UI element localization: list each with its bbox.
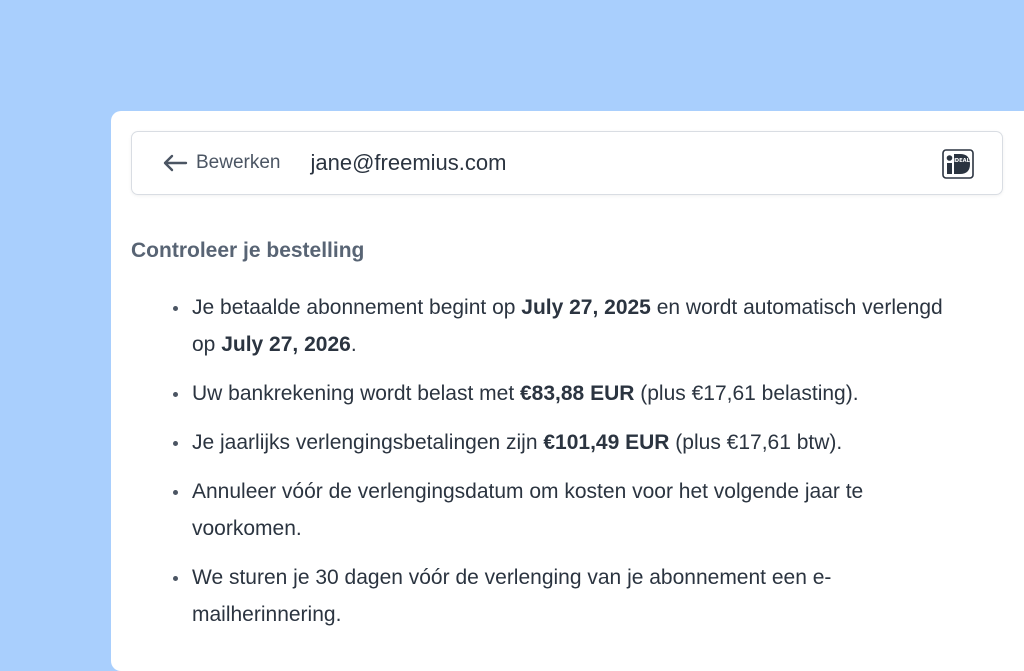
renewal-date: July 27, 2026 [221,333,351,356]
charge-amount: €83,88 EUR [520,382,635,405]
term-text: . [350,333,357,356]
term-text: We sturen je 30 dagen vóór de verlenging… [192,566,832,626]
list-item: We sturen je 30 dagen vóór de verlenging… [190,559,950,633]
list-item: Je jaarlijks verlengingsbetalingen zijn … [190,424,950,461]
order-terms-list: Je betaalde abonnement begint op July 27… [167,289,950,645]
edit-button[interactable]: Bewerken [162,152,281,174]
customer-email: jane@freemius.com [310,150,507,175]
list-item: Je betaalde abonnement begint op July 27… [190,289,950,363]
start-date: July 27, 2025 [521,296,651,319]
list-item: Uw bankrekening wordt belast met €83,88 … [190,375,950,412]
list-item: Annuleer vóór de verlengingsdatum om kos… [190,473,950,547]
term-text: (plus €17,61 belasting). [634,382,859,405]
term-text: (plus €17,61 btw). [669,431,843,454]
order-summary-bar: Bewerken jane@freemius.com iDEAL [131,131,1003,195]
term-text: Je jaarlijks verlengingsbetalingen zijn [192,431,544,454]
review-order-title: Controleer je bestelling [131,239,365,262]
ideal-logo-icon: iDEAL [942,149,974,179]
ideal-badge-text: iDEAL [953,158,971,164]
term-text: Je betaalde abonnement begint op [192,296,522,319]
term-text: Uw bankrekening wordt belast met [192,382,520,405]
term-text: Annuleer vóór de verlengingsdatum om kos… [192,480,864,540]
renewal-amount: €101,49 EUR [543,431,670,454]
edit-label: Bewerken [196,152,281,173]
arrow-left-icon [163,154,188,172]
checkout-card: Bewerken jane@freemius.com iDEAL Control… [111,111,1024,671]
